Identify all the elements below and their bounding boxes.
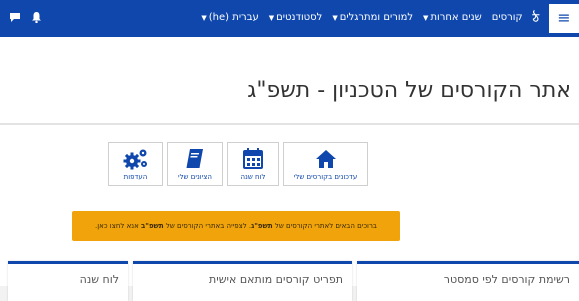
notice-link[interactable]: אנא לחצו כאן. (95, 222, 139, 230)
nav-item-students[interactable]: לסטודנטים▼ (269, 11, 323, 25)
card-title: רשימת קורסים לפי סמסטר (443, 273, 570, 286)
nav-item-teachers[interactable]: למורים ומתרגלים▼ (332, 11, 413, 25)
nav-item-courses-label: קורסים (491, 12, 523, 23)
caret-down-icon: ▼ (423, 14, 429, 22)
nav-item-other-years[interactable]: שנים אחרות▼ (423, 11, 482, 25)
nav-item-language-label: עברית (he) (208, 12, 259, 23)
page-title: אתר הקורסים של הטכניון - תשפ"ג (247, 78, 571, 103)
nav-item-teachers-label: למורים ומתרגלים (339, 12, 414, 23)
site-logo[interactable]: ঠ (533, 11, 539, 25)
notice-prefix: ברוכים הבאים לאתרי הקורסים של (274, 222, 377, 230)
tile-course-updates[interactable]: עדכונים בקורסים שלי (283, 142, 368, 186)
home-icon (315, 148, 337, 170)
tile-label: עדכונים בקורסים שלי (293, 172, 358, 181)
calendar-icon (243, 148, 263, 170)
navbar-menu: ঠ קורסים שנים אחרות▼ למורים ומתרגלים▼ לס… (201, 11, 539, 25)
card-title: תפריט קורסים מותאם אישית (209, 273, 343, 286)
nav-item-students-label: לסטודנטים (276, 12, 323, 23)
chat-icon[interactable] (9, 11, 21, 26)
tile-label: לוח שנה (240, 172, 266, 181)
nav-item-language[interactable]: עברית (he)▼ (201, 11, 258, 25)
menu-toggle-button[interactable]: ≡ (549, 4, 579, 33)
card-custom-course-menu[interactable]: תפריט קורסים מותאם אישית (133, 261, 352, 301)
tile-calendar[interactable]: לוח שנה (227, 142, 279, 186)
card-calendar[interactable]: לוח שנה (8, 261, 128, 301)
notice-year-previous: תשפ"ב (141, 222, 164, 230)
tile-label: הציונים שלי (178, 172, 212, 181)
gradebook-icon (186, 148, 204, 170)
quick-links: עדכונים בקורסים שלי לוח שנה הציונים שלי … (108, 142, 368, 188)
nav-item-courses[interactable]: קורסים (492, 11, 523, 25)
welcome-notice: ברוכים הבאים לאתרי הקורסים של תשפ"ג. לצפ… (72, 211, 400, 241)
menu-icon: ≡ (557, 8, 571, 27)
tile-preferences[interactable]: העדפות (108, 142, 163, 186)
caret-down-icon: ▼ (268, 14, 275, 22)
bell-icon[interactable] (31, 11, 42, 26)
caret-down-icon: ▼ (332, 14, 338, 22)
card-courses-by-semester[interactable]: רשימת קורסים לפי סמסטר (357, 261, 579, 301)
notice-middle: . לצפייה באתרי הקורסים של (165, 222, 252, 230)
card-title: לוח שנה (79, 273, 119, 286)
nav-item-other-years-label: שנים אחרות (430, 12, 482, 23)
notice-year-current: תשפ"ג (251, 222, 273, 230)
caret-down-icon: ▼ (201, 14, 207, 22)
tile-my-grades[interactable]: הציונים שלי (167, 142, 223, 186)
tile-label: העדפות (123, 172, 148, 181)
navbar-left-icons (9, 11, 42, 26)
top-navbar: ঠ קורסים שנים אחרות▼ למורים ומתרגלים▼ לס… (0, 0, 579, 37)
gears-icon (123, 148, 149, 170)
